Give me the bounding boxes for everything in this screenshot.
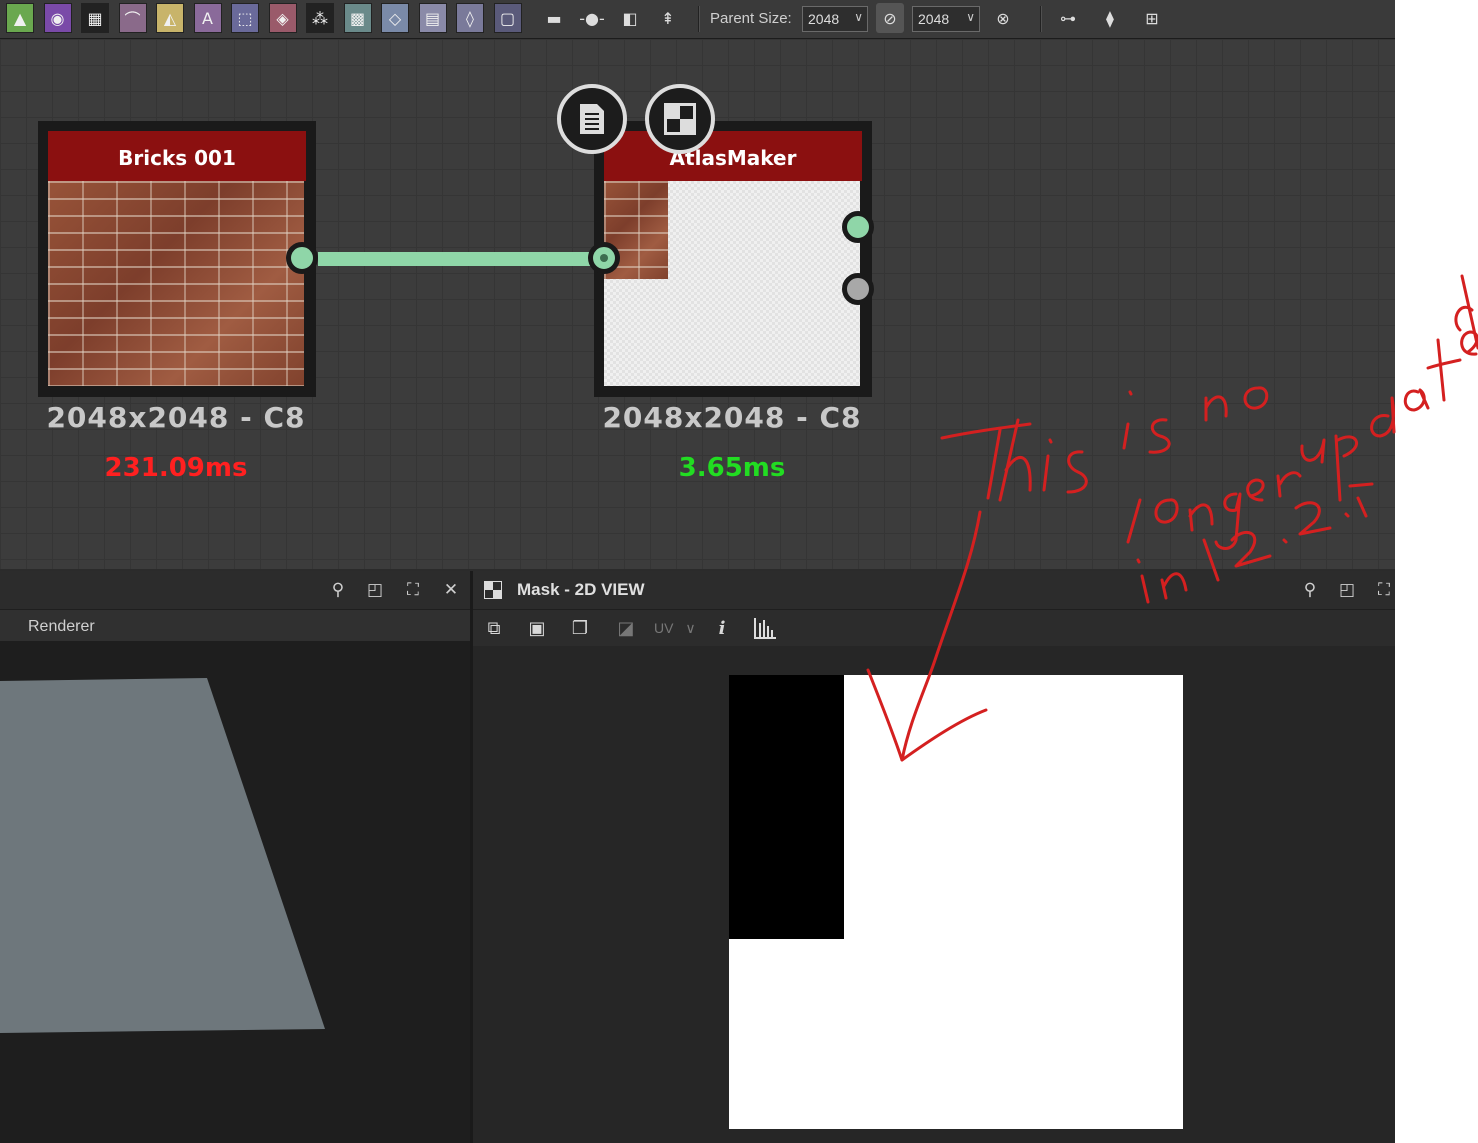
checker-icon: [664, 103, 696, 135]
pin-icon[interactable]: ⚲: [1299, 579, 1321, 601]
shape-tool-icon[interactable]: ◇: [381, 3, 409, 33]
atlas-input-port[interactable]: [588, 242, 620, 274]
mask-2d-view-panel: Mask - 2D VIEW ⚲ ◰ ⛶ ⧉ ▣ ❐ ◪ UV ∨ i: [473, 571, 1395, 1143]
comment-icon[interactable]: ▬: [540, 3, 568, 33]
size-select[interactable]: 2048 ∨: [912, 6, 980, 32]
info-icon[interactable]: i: [708, 614, 736, 642]
pin-icon[interactable]: ⚲: [327, 579, 349, 601]
bricks-resolution-label: 2048x2048 - C8: [46, 401, 306, 434]
bricks-node[interactable]: Bricks 001: [38, 121, 316, 397]
curve-tool-icon[interactable]: ⌒: [118, 3, 147, 33]
save-icon[interactable]: ▣: [523, 614, 551, 642]
node-title: AtlasMaker: [604, 131, 862, 181]
renderer-panel: ⚲ ◰ ⛶ ✕ Renderer: [0, 571, 470, 1143]
renderer-tab[interactable]: Renderer: [28, 618, 95, 636]
noise-01b-icon[interactable]: ⁂: [306, 3, 334, 33]
close-icon[interactable]: ✕: [440, 579, 462, 601]
graph-canvas[interactable]: Bricks 001 AtlasMaker 2048x2048 - C8 231…: [0, 39, 1395, 569]
toolbar-divider: [1040, 6, 1042, 32]
bricks-thumbnail: [48, 181, 304, 386]
float-window-icon[interactable]: ◰: [1336, 579, 1358, 601]
connection-wire[interactable]: [318, 252, 594, 266]
main-toolbar: ▲ ◉ ▦ ⌒ ◭ A ⬚ ◈ ⁂ ▩ ◇ ▤ ◊ ▢ ▬ -●- ◧ ⇞ Parent Size: 20…: [0, 0, 1395, 39]
uv-dropdown[interactable]: UV ∨: [654, 620, 696, 637]
atlas-mask-port[interactable]: [842, 273, 874, 305]
maximize-icon[interactable]: ⛶: [402, 579, 424, 601]
copy-view-icon[interactable]: ⧉: [480, 614, 508, 642]
mask-black-region: [729, 675, 844, 939]
node-doc-button[interactable]: [557, 84, 627, 154]
uv-label: UV: [654, 620, 674, 636]
float-window-icon[interactable]: ◰: [364, 579, 386, 601]
chevron-down-icon: ∨: [685, 620, 696, 636]
toolbar-divider: [698, 6, 700, 32]
checker-icon: [482, 579, 504, 601]
histogram-icon[interactable]: [751, 614, 779, 642]
reset-size-icon[interactable]: ⊗: [989, 3, 1017, 33]
chevron-down-icon: ∨: [966, 10, 975, 24]
maximize-icon[interactable]: ⛶: [1373, 579, 1395, 601]
bricks-output-port[interactable]: [286, 242, 318, 274]
connector-icon[interactable]: -●-: [578, 3, 606, 33]
frame-tool-icon[interactable]: ▢: [493, 3, 522, 33]
tile-icon[interactable]: ◪: [612, 614, 640, 642]
export-icon[interactable]: ◧: [616, 3, 644, 33]
parent-size-label: Parent Size:: [710, 10, 792, 27]
atlas-time-label: 3.65ms: [678, 453, 786, 483]
document-icon: [580, 104, 604, 134]
parent-size-select[interactable]: 2048 ∨: [802, 6, 868, 32]
pin-icon[interactable]: ⇞: [654, 3, 682, 33]
port-dot: [600, 254, 608, 262]
chevron-down-icon: ∨: [854, 10, 863, 24]
atlasmaker-node[interactable]: AtlasMaker: [594, 121, 872, 397]
renderer-viewport[interactable]: [0, 641, 470, 1143]
node-preview-button[interactable]: [645, 84, 715, 154]
selection-tool-icon[interactable]: ⬚: [231, 3, 259, 33]
histogram-tool-icon[interactable]: ▲: [6, 3, 34, 33]
parent-size-value: 2048: [808, 11, 840, 27]
rendered-plane: [0, 678, 325, 1033]
node-title: Bricks 001: [48, 131, 306, 181]
text-tool-icon[interactable]: A: [193, 3, 222, 33]
align-vertical-icon[interactable]: ⧫: [1096, 3, 1124, 33]
renderer-panel-header: ⚲ ◰ ⛶ ✕: [0, 571, 470, 610]
copy-icon[interactable]: ❐: [566, 614, 594, 642]
mask-view-toolbar: ⧉ ▣ ❐ ◪ UV ∨ i: [473, 610, 1395, 646]
snap-grid-icon[interactable]: ⊞: [1138, 3, 1166, 33]
mask-panel-header: Mask - 2D VIEW ⚲ ◰ ⛶: [473, 571, 1395, 610]
graph-tool-icon[interactable]: ◊: [456, 3, 484, 33]
mask-viewport[interactable]: [473, 646, 1395, 1143]
noise-01-icon[interactable]: ▦: [81, 3, 109, 33]
align-horizontal-icon[interactable]: ⊶: [1054, 3, 1082, 33]
bricks-time-label: 231.09ms: [104, 453, 248, 483]
color-wheel-icon[interactable]: ◉: [43, 3, 72, 33]
size-value: 2048: [918, 11, 950, 27]
mask-preview-image: [729, 675, 1183, 1129]
gradient-tool-icon[interactable]: ▤: [418, 3, 447, 33]
mask-panel-title: Mask - 2D VIEW: [517, 580, 645, 599]
pattern-tool-icon[interactable]: ▩: [343, 3, 372, 33]
fill-tool-icon[interactable]: ◈: [268, 3, 297, 33]
link-icon[interactable]: ⊘: [876, 3, 904, 33]
warp-tool-icon[interactable]: ◭: [156, 3, 184, 33]
app-window: ▲ ◉ ▦ ⌒ ◭ A ⬚ ◈ ⁂ ▩ ◇ ▤ ◊ ▢ ▬ -●- ◧ ⇞ Parent Size: 20…: [0, 0, 1395, 1143]
atlas-resolution-label: 2048x2048 - C8: [602, 401, 862, 434]
atlas-output-port[interactable]: [842, 211, 874, 243]
